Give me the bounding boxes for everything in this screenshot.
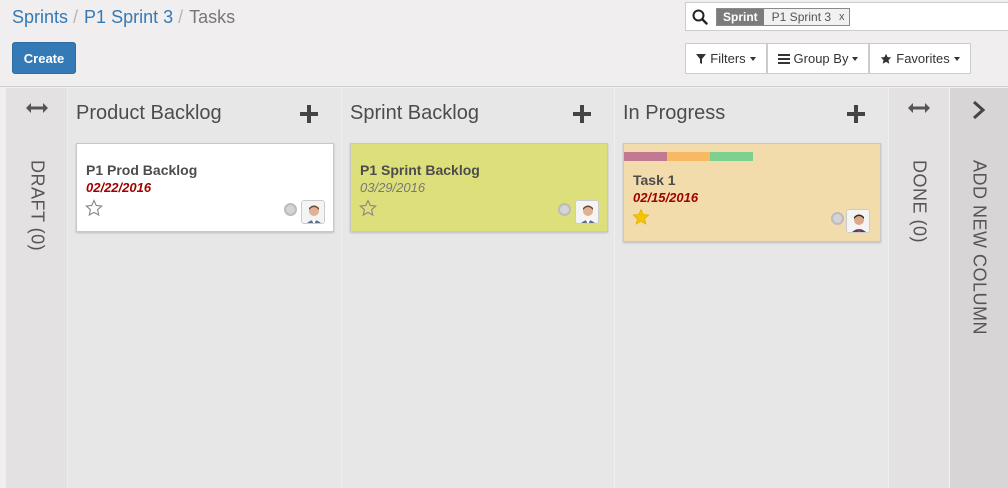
breadcrumb-sprint[interactable]: P1 Sprint 3: [84, 7, 173, 27]
list-icon: [777, 53, 790, 64]
favorites-button[interactable]: Favorites: [869, 43, 971, 74]
card-title: Task 1: [633, 172, 676, 188]
favorites-label: Favorites: [896, 51, 950, 66]
avatar: [575, 200, 599, 224]
facet-value-text: P1 Sprint 3: [771, 9, 832, 24]
facet-value: P1 Sprint 3 x: [763, 8, 849, 25]
card-title: P1 Prod Backlog: [86, 162, 198, 178]
kanban-column-in-progress: In Progress Task 1 02/15/2016: [615, 88, 888, 488]
control-panel: Sprints / P1 Sprint 3/Tasks Create Sprint …: [0, 0, 1008, 87]
kanban-column-sprint-backlog: Sprint Backlog P1 Sprint Backlog 03/29/2…: [342, 88, 614, 488]
plus-icon[interactable]: [572, 104, 592, 124]
kanban-card[interactable]: P1 Prod Backlog 02/22/2016: [76, 143, 334, 232]
fold-arrows-icon[interactable]: [889, 102, 949, 114]
star-icon[interactable]: [85, 199, 103, 217]
tag-color: [710, 152, 753, 161]
search-box[interactable]: Sprint P1 Sprint 3 x: [685, 2, 1008, 31]
plus-icon[interactable]: [846, 104, 866, 124]
plus-icon[interactable]: [299, 104, 319, 124]
caret-down-icon: [749, 56, 756, 61]
chevron-right-icon[interactable]: [950, 100, 1008, 120]
kanban-state-icon[interactable]: [558, 203, 571, 216]
kanban-card[interactable]: P1 Sprint Backlog 03/29/2016: [350, 143, 608, 232]
filters-button[interactable]: Filters: [685, 43, 767, 74]
breadcrumb-separator: /: [178, 7, 184, 27]
add-new-column-title: ADD NEW COLUMN: [969, 160, 990, 336]
kanban-view: DRAFT (0) Product Backlog P1 Prod Backlo…: [0, 88, 1008, 488]
card-deadline: 02/22/2016: [86, 180, 152, 195]
card-tags: [624, 152, 753, 161]
kanban-card[interactable]: Task 1 02/15/2016: [623, 143, 881, 242]
search-icon: [686, 3, 714, 30]
breadcrumb: Sprints / P1 Sprint 3/Tasks: [12, 6, 235, 28]
caret-down-icon: [852, 56, 859, 61]
breadcrumb-current: Tasks: [189, 7, 236, 27]
card-title: P1 Sprint Backlog: [360, 162, 480, 178]
column-title: Sprint Backlog: [350, 102, 479, 124]
tag-color: [624, 152, 667, 161]
star-icon[interactable]: [632, 208, 650, 226]
star-icon: [880, 53, 892, 65]
filter-icon: [696, 53, 707, 64]
kanban-state-icon[interactable]: [831, 212, 844, 225]
tag-color: [667, 152, 710, 161]
create-button[interactable]: Create: [12, 42, 76, 74]
breadcrumb-sprints[interactable]: Sprints: [12, 7, 68, 27]
group-by-button[interactable]: Group By: [767, 43, 869, 74]
caret-down-icon: [953, 56, 960, 61]
card-deadline: 03/29/2016: [360, 180, 426, 195]
kanban-state-icon[interactable]: [284, 203, 297, 216]
column-title: In Progress: [623, 102, 726, 124]
search-facet[interactable]: Sprint P1 Sprint 3 x: [716, 7, 850, 26]
facet-remove-button[interactable]: x: [839, 11, 845, 23]
folded-column-title: DRAFT (0): [27, 160, 47, 252]
breadcrumb-separator: /: [73, 7, 79, 27]
card-deadline: 02/15/2016: [633, 190, 699, 205]
facet-label: Sprint: [717, 8, 764, 25]
column-title: Product Backlog: [76, 102, 222, 124]
folded-column-done[interactable]: DONE (0): [889, 88, 949, 488]
folded-column-draft[interactable]: DRAFT (0): [6, 88, 67, 488]
avatar: [301, 200, 325, 224]
filters-label: Filters: [710, 51, 746, 66]
folded-column-title: DONE (0): [909, 160, 930, 244]
add-new-column[interactable]: ADD NEW COLUMN: [950, 88, 1008, 488]
star-icon[interactable]: [359, 199, 377, 217]
group-by-label: Group By: [793, 51, 849, 66]
avatar: [846, 209, 870, 233]
kanban-column-product-backlog: Product Backlog P1 Prod Backlog 02/22/20…: [68, 88, 341, 488]
fold-arrows-icon[interactable]: [6, 102, 67, 114]
